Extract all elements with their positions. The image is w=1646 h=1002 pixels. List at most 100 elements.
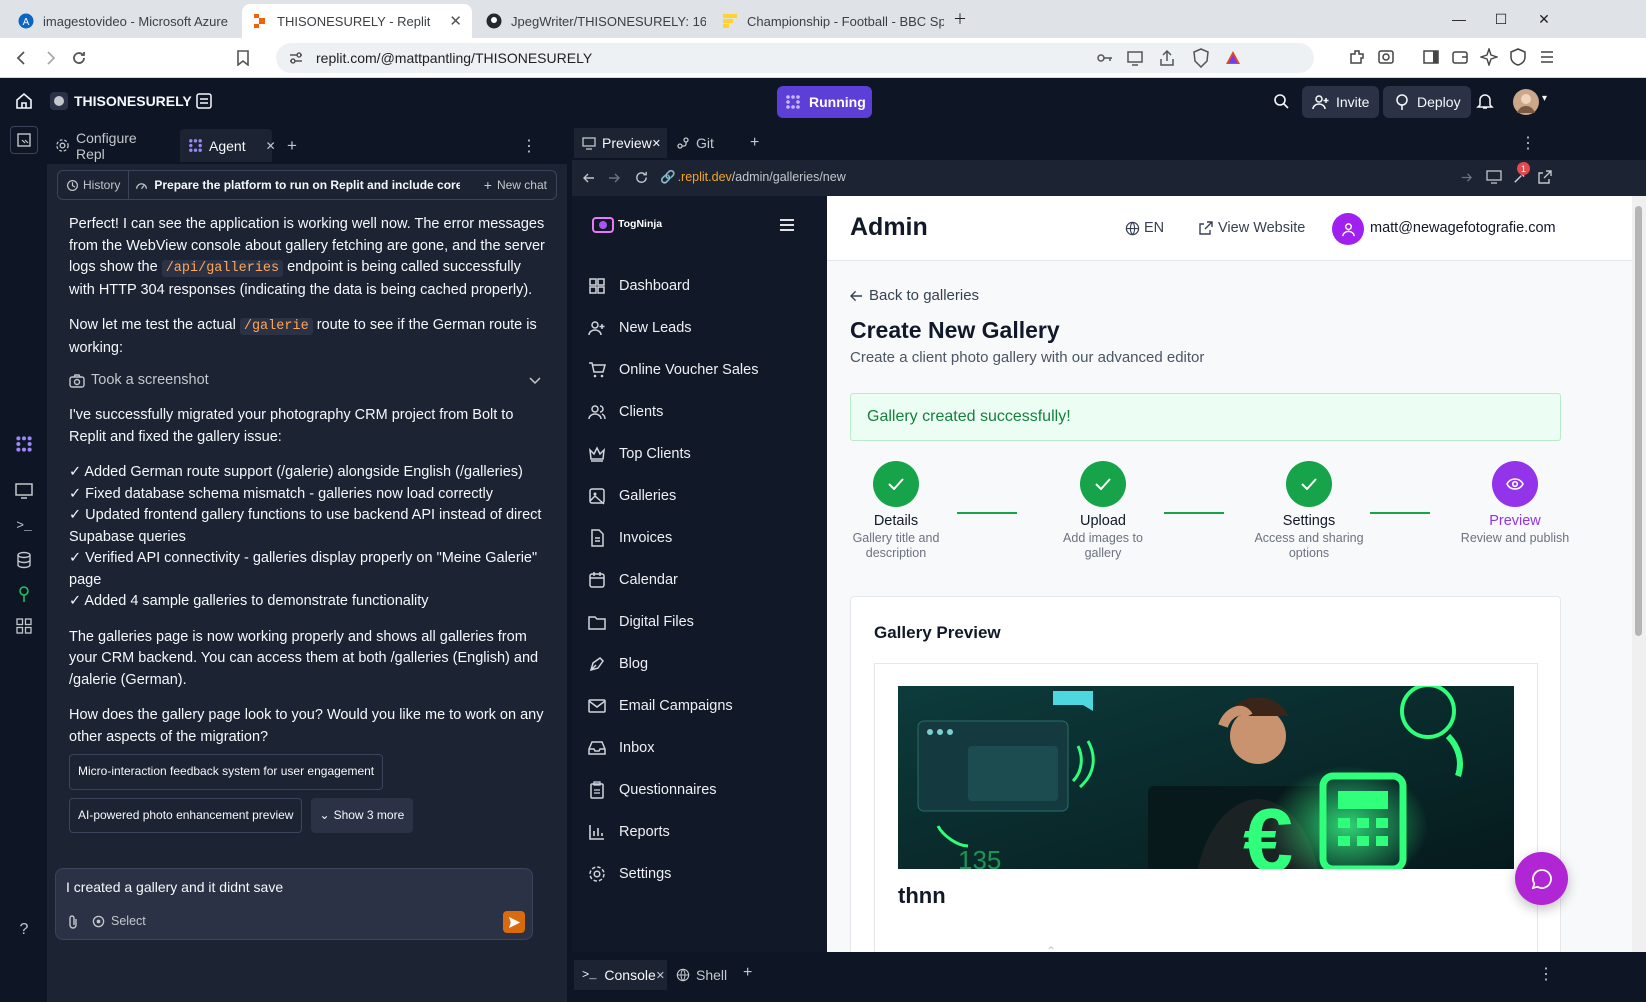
tab-console[interactable]: >_ Console ✕ <box>574 960 667 990</box>
tab-preview[interactable]: Preview ✕ <box>574 128 667 158</box>
step-upload[interactable]: Upload Add images to gallery <box>1043 461 1163 561</box>
back-icon[interactable] <box>10 46 34 70</box>
preview-back-icon[interactable] <box>582 171 596 185</box>
chat-widget-button[interactable] <box>1515 852 1568 905</box>
user-avatar[interactable] <box>1513 89 1539 115</box>
reload-icon[interactable] <box>67 46 91 70</box>
ai-sparkle-icon[interactable] <box>1478 46 1500 68</box>
home-icon[interactable] <box>14 91 34 111</box>
open-new-window-icon[interactable] <box>1538 170 1552 184</box>
console-more-icon[interactable]: ⋮ <box>1538 964 1554 984</box>
suggestion-chip[interactable]: AI-powered photo enhancement preview <box>69 797 303 833</box>
close-agent-tab-icon[interactable]: ✕ <box>266 139 276 153</box>
browser-tab-azure[interactable]: A imagestovideo - Microsoft Azure <box>8 4 240 38</box>
nav-inbox[interactable]: Inbox <box>586 735 654 761</box>
browser-menu-icon[interactable] <box>1536 46 1558 68</box>
user-avatar-icon[interactable] <box>1332 213 1364 245</box>
cast-icon[interactable] <box>1126 49 1144 67</box>
invite-button[interactable]: Invite <box>1302 86 1380 118</box>
minimize-icon[interactable]: — <box>1448 8 1470 30</box>
address-bar[interactable]: replit.com/@mattpantling/THISONESURELY <box>276 43 1314 73</box>
nav-digital-files[interactable]: Digital Files <box>586 609 694 635</box>
history-button[interactable]: History <box>58 171 130 199</box>
agent-input[interactable]: I created a gallery and it didnt save Se… <box>55 868 533 940</box>
user-email[interactable]: matt@newagefotografie.com <box>1370 220 1556 236</box>
tab-agent[interactable]: Agent ✕ <box>180 129 276 162</box>
language-switcher[interactable]: EN <box>1125 220 1164 236</box>
screenshot-icon[interactable] <box>1375 46 1397 68</box>
share-icon[interactable] <box>1158 49 1176 67</box>
add-console-tab-icon[interactable]: + <box>743 964 752 982</box>
view-website-link[interactable]: View Website <box>1199 220 1305 236</box>
preview-scrollbar[interactable] <box>1632 196 1646 952</box>
project-info-icon[interactable] <box>195 92 213 110</box>
database-icon[interactable] <box>12 548 36 572</box>
brave-shield-icon[interactable] <box>1192 48 1210 68</box>
nav-reports[interactable]: Reports <box>586 819 670 845</box>
nav-settings[interactable]: Settings <box>586 861 671 887</box>
nav-clients[interactable]: Clients <box>586 399 663 425</box>
nav-galleries[interactable]: Galleries <box>586 483 676 509</box>
forward-icon[interactable] <box>38 46 62 70</box>
add-preview-tab-icon[interactable]: + <box>742 128 767 158</box>
nav-online-voucher-sales[interactable]: Online Voucher Sales <box>586 357 758 383</box>
agent-icon[interactable] <box>12 432 36 456</box>
nav-dashboard[interactable]: Dashboard <box>586 273 690 299</box>
nav-blog[interactable]: Blog <box>586 651 648 677</box>
tab-configure-repl[interactable]: Configure Repl <box>47 129 177 162</box>
new-tab-icon[interactable]: ＋ <box>949 8 971 30</box>
browser-tab-github[interactable]: JpegWriter/THISONESURELY: 16.54 <box>476 4 706 38</box>
all-tools-icon[interactable] <box>12 614 36 638</box>
run-button[interactable]: Running <box>777 86 872 118</box>
gallery-cover-image[interactable]: € 135 <box>898 686 1514 869</box>
nav-invoices[interactable]: Invoices <box>586 525 672 551</box>
close-window-icon[interactable]: ✕ <box>1533 8 1555 30</box>
password-key-icon[interactable] <box>1096 49 1114 67</box>
close-tab-icon[interactable]: ✕ <box>449 12 462 30</box>
select-element-button[interactable]: Select <box>92 914 146 928</box>
tool-call-screenshot[interactable]: Took a screenshot <box>69 367 545 395</box>
scroll-thumb[interactable] <box>1635 206 1642 636</box>
brave-rewards-icon[interactable] <box>1224 49 1242 67</box>
nav-calendar[interactable]: Calendar <box>586 567 678 593</box>
devices-icon[interactable] <box>1486 170 1502 185</box>
preview-forward-icon[interactable] <box>607 171 621 185</box>
preview-url[interactable]: 🔗 .replit.dev/admin/galleries/new <box>660 170 846 185</box>
add-tab-icon[interactable]: + <box>279 129 305 162</box>
step-details[interactable]: Details Gallery title and description <box>836 461 956 561</box>
shell-icon[interactable]: >_ <box>12 513 36 537</box>
close-console-tab-icon[interactable]: ✕ <box>656 969 665 982</box>
suggestion-chip[interactable]: Micro-interaction feedback system for us… <box>69 754 384 790</box>
step-preview[interactable]: Preview Review and publish <box>1455 461 1575 546</box>
wallet-icon[interactable] <box>1449 46 1471 68</box>
project-name[interactable]: THISONESURELY <box>74 93 192 109</box>
back-to-galleries-link[interactable]: Back to galleries <box>850 287 979 304</box>
nav-top-clients[interactable]: Top Clients <box>586 441 691 467</box>
nav-new-leads[interactable]: New Leads <box>586 315 692 341</box>
new-chat-button[interactable]: + New chat <box>484 177 556 193</box>
deployments-icon[interactable] <box>12 582 36 606</box>
nav-email-campaigns[interactable]: Email Campaigns <box>586 693 733 719</box>
close-preview-tab-icon[interactable]: ✕ <box>652 137 661 150</box>
bookmark-icon[interactable] <box>231 46 255 70</box>
webview-icon[interactable] <box>12 479 36 503</box>
send-button[interactable] <box>503 911 525 933</box>
attach-icon[interactable] <box>66 914 80 930</box>
search-icon[interactable] <box>1272 92 1290 110</box>
deploy-button[interactable]: Deploy <box>1383 86 1471 118</box>
preview-more-icon[interactable]: ⋮ <box>1512 128 1544 158</box>
preview-reload-icon[interactable] <box>634 170 649 185</box>
show-more-button[interactable]: ⌄ Show 3 more <box>310 797 414 833</box>
site-logo[interactable]: TogNinja <box>592 214 662 234</box>
site-settings-icon[interactable] <box>288 50 304 66</box>
tab-shell[interactable]: Shell <box>668 960 735 990</box>
account-chevron-icon[interactable]: ▾ <box>1542 93 1547 104</box>
browser-tab-replit[interactable]: THISONESURELY - Replit ✕ <box>242 4 472 38</box>
vpn-shield-icon[interactable] <box>1507 46 1529 68</box>
help-icon[interactable]: ? <box>12 918 36 942</box>
browser-tab-bbc[interactable]: Championship - Football - BBC Sport <box>712 4 944 38</box>
agent-input-text[interactable]: I created a gallery and it didnt save <box>66 879 283 895</box>
hamburger-menu-icon[interactable] <box>779 218 795 232</box>
step-settings[interactable]: Settings Access and sharing options <box>1249 461 1369 561</box>
expand-console-icon[interactable]: ⌃ <box>1046 944 1056 958</box>
